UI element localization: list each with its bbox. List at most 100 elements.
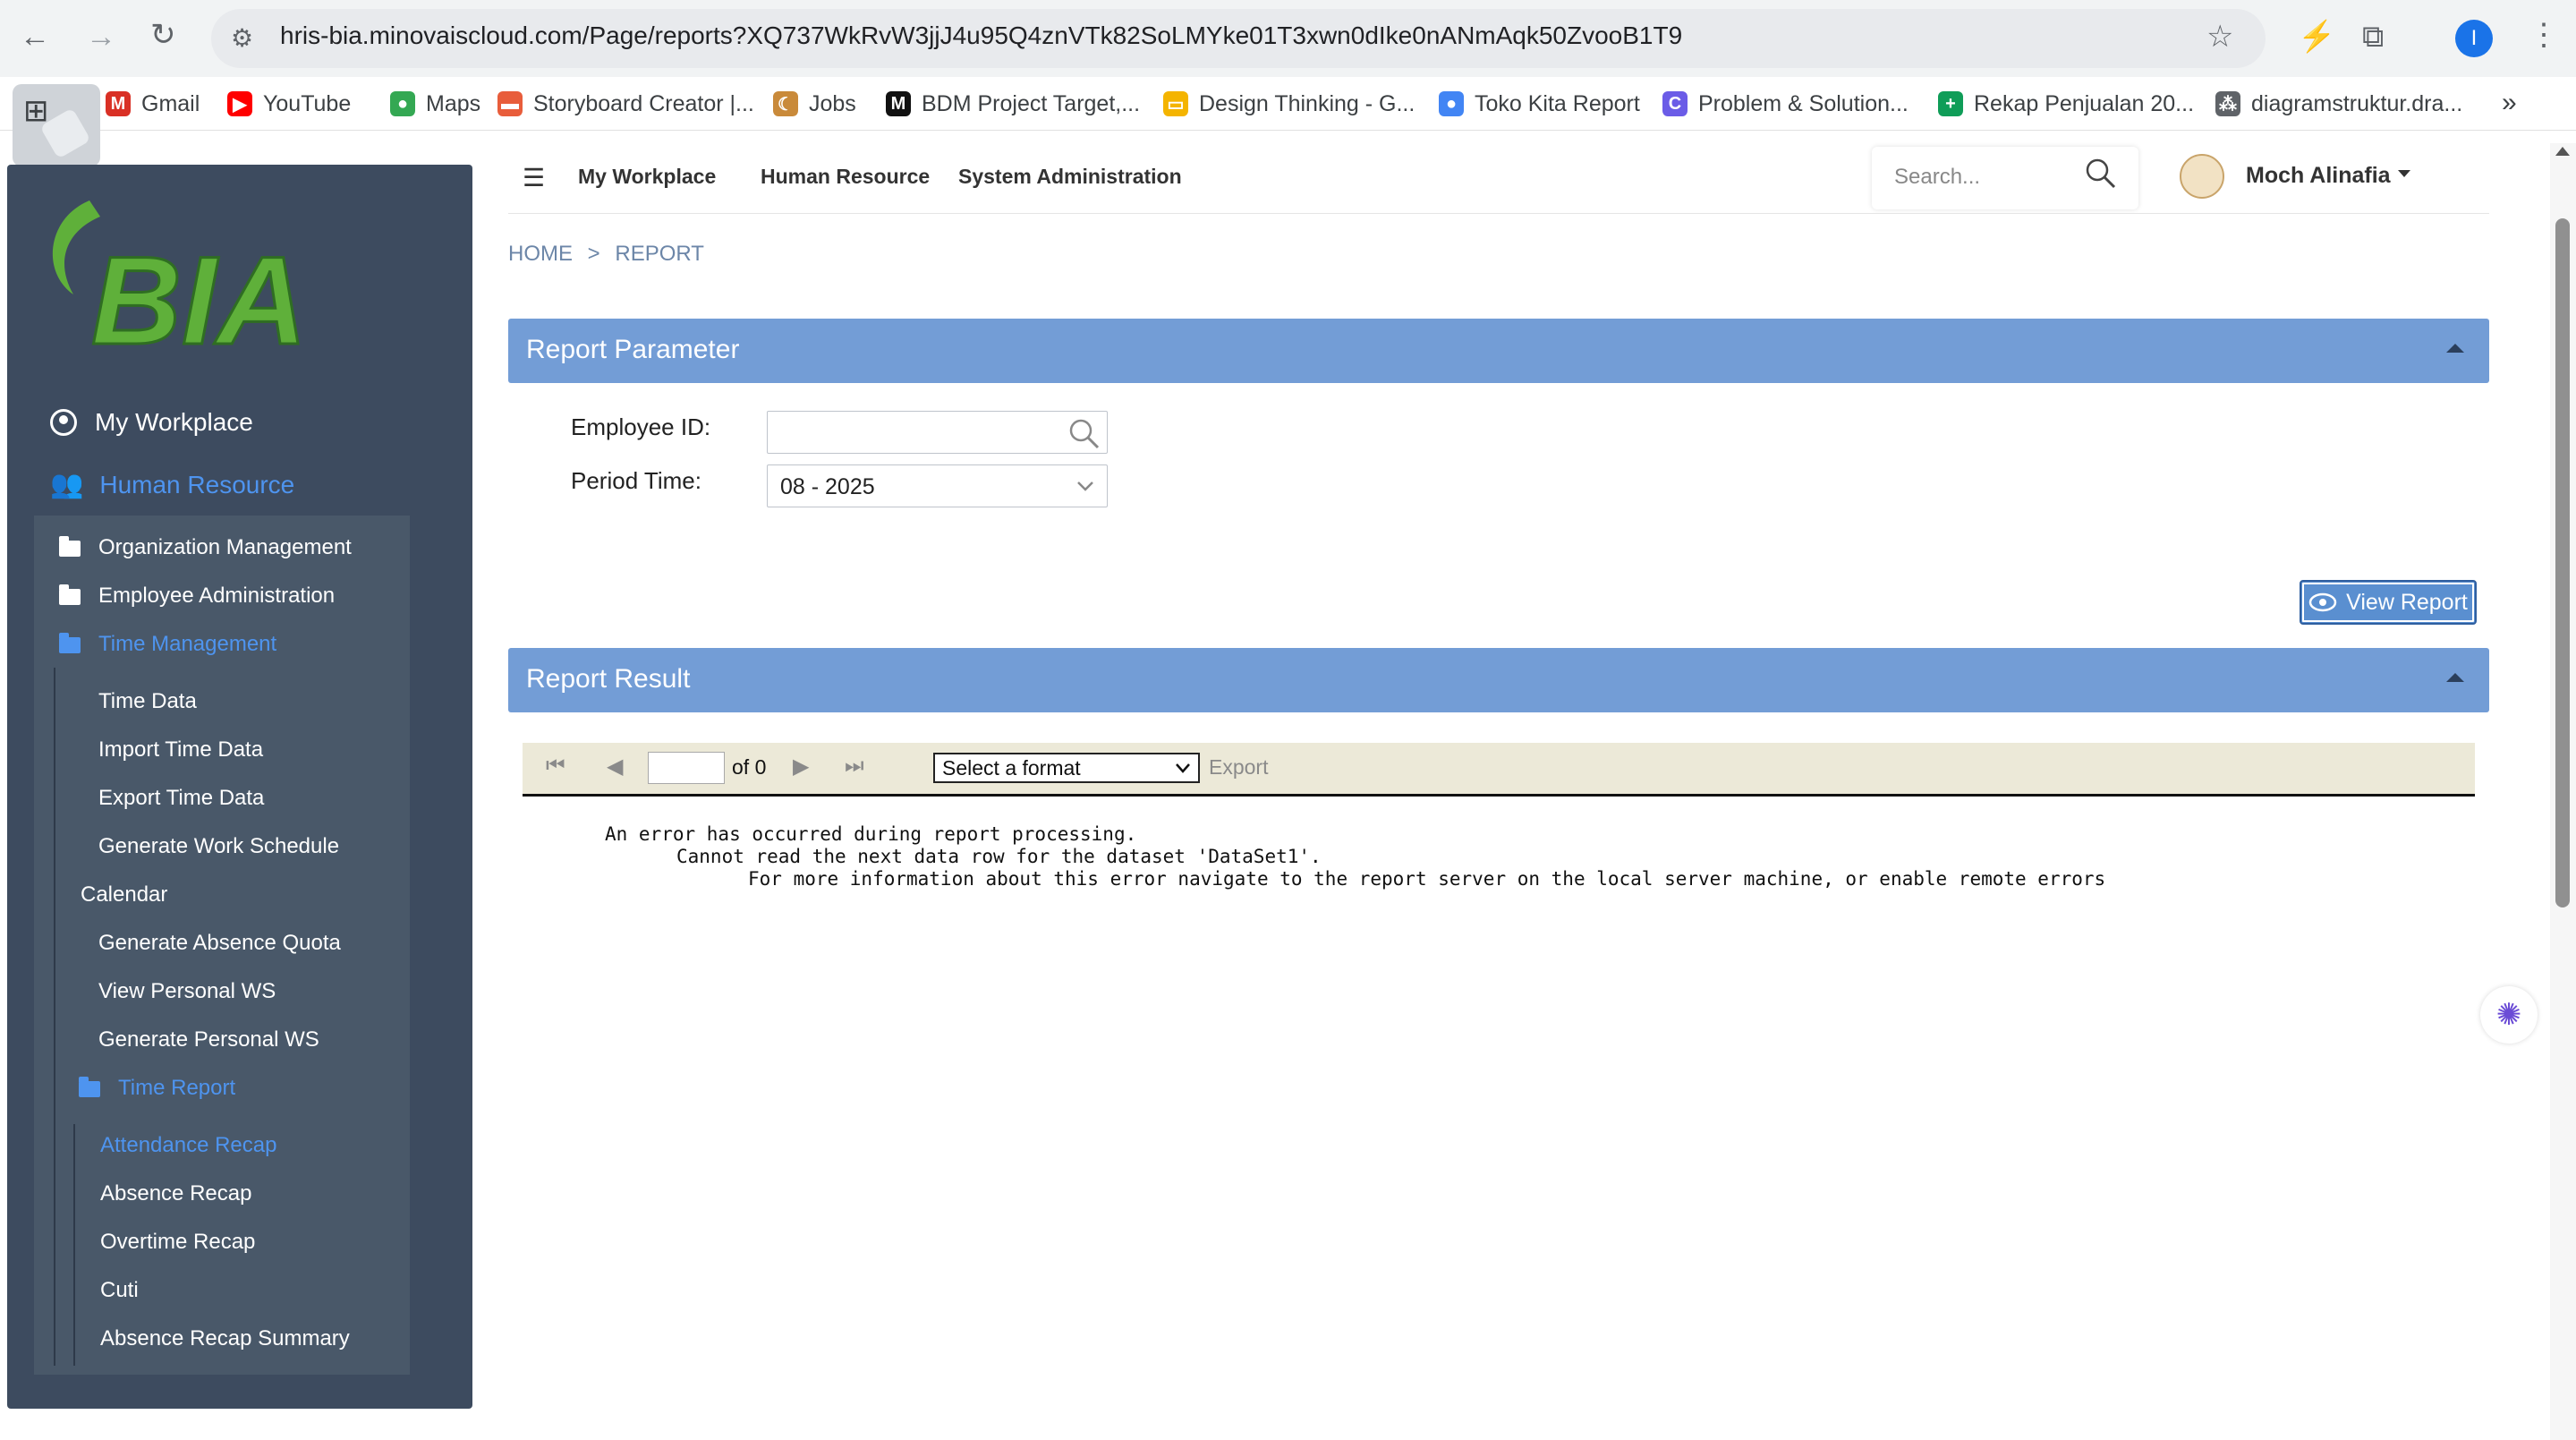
sidebar-item-generate-work-schedule[interactable]: Generate Work Schedule bbox=[98, 834, 339, 859]
gmail-icon: M bbox=[106, 91, 131, 116]
page-scrollbar-thumb[interactable] bbox=[2555, 218, 2570, 907]
bookmark-item[interactable]: ● Maps bbox=[390, 88, 480, 120]
sidebar-group-organization-management[interactable]: Organization Management bbox=[59, 535, 352, 560]
sidebar-my-workplace-label: My Workplace bbox=[95, 408, 253, 436]
employee-id-label: Employee ID: bbox=[571, 413, 711, 440]
sidebar-human-resource[interactable]: 👥 Human Resource bbox=[50, 469, 294, 500]
collapse-caret-icon[interactable] bbox=[2446, 344, 2464, 353]
logo-text: BIA bbox=[91, 230, 307, 353]
error-message-line-3: For more information about this error na… bbox=[748, 868, 2106, 890]
error-message-line-1: An error has occurred during report proc… bbox=[605, 823, 1137, 845]
topnav-human-resource[interactable]: Human Resource bbox=[761, 165, 930, 189]
sidebar-item-import-time-data[interactable]: Import Time Data bbox=[98, 737, 263, 763]
bookmark-label: Problem & Solution... bbox=[1698, 90, 1909, 116]
export-format-select[interactable]: Select a format bbox=[933, 753, 1200, 783]
ai-assistant-brain-icon[interactable]: ✺ bbox=[2480, 986, 2538, 1044]
jobs-icon: ☾ bbox=[773, 91, 798, 116]
bookmark-item[interactable]: C Problem & Solution... bbox=[1662, 88, 1909, 120]
bookmark-item[interactable]: M Gmail bbox=[106, 88, 200, 120]
bookmark-item[interactable]: ▬ Storyboard Creator |... bbox=[497, 88, 754, 120]
sidebar-group-time-report[interactable]: Time Report bbox=[79, 1076, 235, 1101]
breadcrumb-current: REPORT bbox=[615, 242, 704, 266]
header-search-input[interactable]: Search... bbox=[1894, 165, 1980, 190]
site-info-icon[interactable]: ⚙ bbox=[231, 23, 253, 53]
bookmark-label: Gmail bbox=[141, 90, 200, 116]
sidebar-item-absence-recap[interactable]: Absence Recap bbox=[100, 1181, 251, 1206]
period-time-value: 08 - 2025 bbox=[780, 474, 875, 499]
bookmark-label: Design Thinking - G... bbox=[1199, 90, 1416, 116]
sidebar-item-generate-absence-quota[interactable]: Generate Absence Quota bbox=[98, 931, 341, 956]
search-icon[interactable] bbox=[1067, 417, 1101, 451]
tree-line bbox=[54, 668, 55, 1366]
sidebar-human-resource-label: Human Resource bbox=[99, 470, 295, 498]
report-parameter-header[interactable]: Report Parameter bbox=[508, 319, 2489, 383]
browser-menu-icon[interactable]: ⋮ bbox=[2529, 20, 2559, 50]
extensions-puzzle-icon[interactable]: ⧉ bbox=[2362, 21, 2384, 52]
canva-icon: C bbox=[1662, 91, 1688, 116]
bookmark-label: Maps bbox=[426, 90, 481, 116]
sidebar-group-time-management[interactable]: Time Management bbox=[59, 632, 276, 657]
folder-icon bbox=[59, 584, 81, 605]
sidebar-item-export-time-data[interactable]: Export Time Data bbox=[98, 786, 264, 811]
last-page-icon[interactable]: ⏭ bbox=[845, 754, 864, 779]
employee-id-input[interactable] bbox=[767, 411, 1108, 454]
bookmark-item[interactable]: ⁂ diagramstruktur.dra... bbox=[2215, 88, 2462, 120]
sidebar-group-employee-administration[interactable]: Employee Administration bbox=[59, 584, 335, 609]
avatar[interactable] bbox=[2180, 154, 2224, 199]
view-report-button[interactable]: View Report bbox=[2300, 580, 2477, 625]
sidebar-item-overtime-recap[interactable]: Overtime Recap bbox=[100, 1230, 255, 1255]
report-result-header[interactable]: Report Result bbox=[508, 648, 2489, 712]
bookmark-star-icon[interactable]: ☆ bbox=[2206, 21, 2233, 52]
bookmark-item[interactable]: + Rekap Penjualan 20... bbox=[1938, 88, 2194, 120]
bookmark-item[interactable]: ☾ Jobs bbox=[773, 88, 856, 120]
folder-icon bbox=[59, 535, 81, 557]
sidebar-item-absence-recap-summary[interactable]: Absence Recap Summary bbox=[100, 1326, 350, 1351]
reload-icon[interactable]: ↻ bbox=[150, 20, 176, 50]
error-message-line-2: Cannot read the next data row for the da… bbox=[676, 846, 1322, 867]
first-page-icon[interactable]: ⏮ bbox=[546, 754, 565, 779]
bookmark-item[interactable]: ▶ YouTube bbox=[227, 88, 351, 120]
user-circle-icon bbox=[50, 409, 77, 436]
bookmark-item[interactable]: M BDM Project Target,... bbox=[886, 88, 1140, 120]
bookmark-label: BDM Project Target,... bbox=[922, 90, 1141, 116]
sidebar-item-calendar[interactable]: Calendar bbox=[81, 882, 167, 907]
forward-arrow-icon[interactable]: → bbox=[86, 21, 116, 52]
bookmark-label: diagramstruktur.dra... bbox=[2251, 90, 2463, 116]
view-report-label: View Report bbox=[2346, 589, 2468, 615]
search-icon[interactable] bbox=[2085, 158, 2117, 194]
collapse-caret-icon[interactable] bbox=[2446, 673, 2464, 682]
sidebar-item-generate-personal-ws[interactable]: Generate Personal WS bbox=[98, 1027, 319, 1052]
slides-icon: ▭ bbox=[1163, 91, 1188, 116]
next-page-icon[interactable]: ▶ bbox=[793, 754, 809, 780]
report-viewer-toolbar bbox=[523, 743, 2475, 797]
sidebar-item-attendance-recap[interactable]: Attendance Recap bbox=[100, 1133, 276, 1158]
period-time-select[interactable]: 08 - 2025 bbox=[767, 464, 1108, 507]
url-text[interactable]: hris-bia.minovaiscloud.com/Page/reports?… bbox=[280, 21, 1682, 50]
extension-icon[interactable]: ⚡ bbox=[2298, 21, 2335, 52]
sidebar-item-cuti[interactable]: Cuti bbox=[100, 1278, 139, 1303]
sidebar-item-view-personal-ws[interactable]: View Personal WS bbox=[98, 979, 276, 1004]
hamburger-menu-icon[interactable]: ☰ bbox=[523, 163, 545, 192]
more-bookmarks-icon[interactable]: » bbox=[2502, 88, 2517, 118]
sidebar-item-time-data[interactable]: Time Data bbox=[98, 689, 197, 714]
page-count: of 0 bbox=[732, 755, 767, 779]
apps-grid-icon[interactable]: ⊞ bbox=[13, 84, 100, 166]
user-name[interactable]: Moch Alinafia bbox=[2246, 163, 2391, 189]
caret-down-icon[interactable] bbox=[2398, 170, 2410, 177]
export-link[interactable]: Export bbox=[1209, 755, 1268, 780]
bookmark-item[interactable]: ● Toko Kita Report bbox=[1439, 88, 1640, 120]
sidebar-my-workplace[interactable]: My Workplace bbox=[50, 408, 253, 437]
youtube-icon: ▶ bbox=[227, 91, 252, 116]
page-number-input[interactable] bbox=[648, 752, 725, 784]
topnav-system-administration[interactable]: System Administration bbox=[958, 165, 1182, 189]
storyboard-icon: ▬ bbox=[497, 91, 523, 116]
breadcrumb-home[interactable]: HOME bbox=[508, 242, 573, 266]
previous-page-icon[interactable]: ◀ bbox=[607, 754, 623, 780]
topnav-my-workplace[interactable]: My Workplace bbox=[578, 165, 716, 189]
diagram-icon: ⁂ bbox=[2215, 91, 2240, 116]
bookmark-label: Toko Kita Report bbox=[1475, 90, 1640, 116]
bookmark-item[interactable]: ▭ Design Thinking - G... bbox=[1163, 88, 1415, 120]
back-arrow-icon[interactable]: ← bbox=[20, 21, 50, 52]
profile-avatar[interactable]: I bbox=[2455, 20, 2493, 57]
scroll-up-arrow-icon[interactable] bbox=[2555, 147, 2570, 156]
